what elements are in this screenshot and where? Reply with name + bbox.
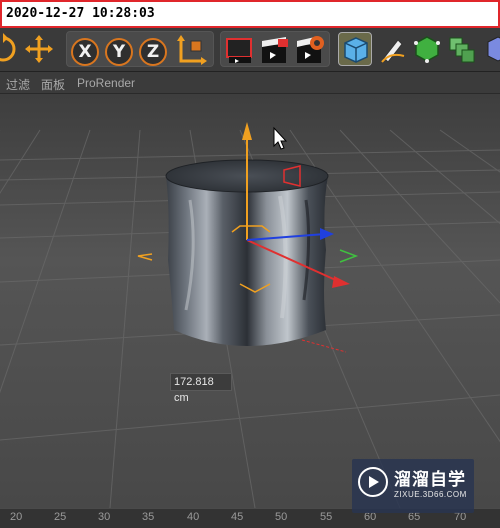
menu-panel[interactable]: 面板 bbox=[41, 76, 65, 93]
ruler-tick: 35 bbox=[142, 511, 155, 523]
timestamp-overlay: 2020-12-27 10:28:03 bbox=[0, 0, 500, 28]
z-axis-lock-button[interactable]: Z bbox=[139, 38, 167, 66]
ruler-tick: 20 bbox=[10, 511, 23, 523]
main-toolbar: X Y Z bbox=[0, 28, 500, 72]
watermark-title: 溜溜自学 bbox=[394, 470, 466, 490]
menu-prorender[interactable]: ProRender bbox=[77, 76, 135, 90]
screen: 2020-12-27 10:28:03 X Y Z 过滤 面板 ProRende… bbox=[0, 0, 500, 528]
subdivision-icon[interactable] bbox=[410, 32, 444, 66]
ruler-tick: 55 bbox=[320, 511, 333, 523]
pen-icon[interactable] bbox=[376, 32, 410, 66]
ruler-tick: 30 bbox=[98, 511, 111, 523]
move-icon[interactable] bbox=[22, 32, 56, 66]
render-settings-icon[interactable] bbox=[293, 33, 327, 67]
3d-viewport[interactable]: 172.818 cm bbox=[0, 94, 500, 508]
play-logo-icon bbox=[358, 467, 388, 497]
viewport-menubar: 过滤 面板 ProRender bbox=[0, 72, 500, 94]
viewport-scene bbox=[0, 94, 500, 508]
dimension-label: 172.818 cm bbox=[170, 373, 232, 404]
menu-filter[interactable]: 过滤 bbox=[6, 76, 30, 93]
y-axis-lock-button[interactable]: Y bbox=[105, 38, 133, 66]
ruler-tick: 40 bbox=[187, 511, 200, 523]
x-axis-lock-button[interactable]: X bbox=[71, 38, 99, 66]
coordinate-system-icon[interactable] bbox=[175, 33, 209, 67]
cube-icon[interactable] bbox=[338, 32, 372, 66]
ruler-tick: 25 bbox=[54, 511, 67, 523]
deformer-icon[interactable] bbox=[482, 32, 500, 66]
render-group bbox=[220, 31, 330, 67]
render-picture-viewer-icon[interactable] bbox=[258, 33, 292, 67]
axis-lock-group: X Y Z bbox=[66, 31, 214, 67]
watermark-subtitle: ZIXUE.3D66.COM bbox=[394, 490, 467, 499]
render-view-icon[interactable] bbox=[223, 33, 257, 67]
rotate-icon[interactable] bbox=[0, 32, 20, 66]
ruler-tick: 50 bbox=[275, 511, 288, 523]
array-icon[interactable] bbox=[444, 32, 478, 66]
ruler-tick: 45 bbox=[231, 511, 244, 523]
watermark-logo: 溜溜自学 ZIXUE.3D66.COM bbox=[352, 459, 474, 513]
